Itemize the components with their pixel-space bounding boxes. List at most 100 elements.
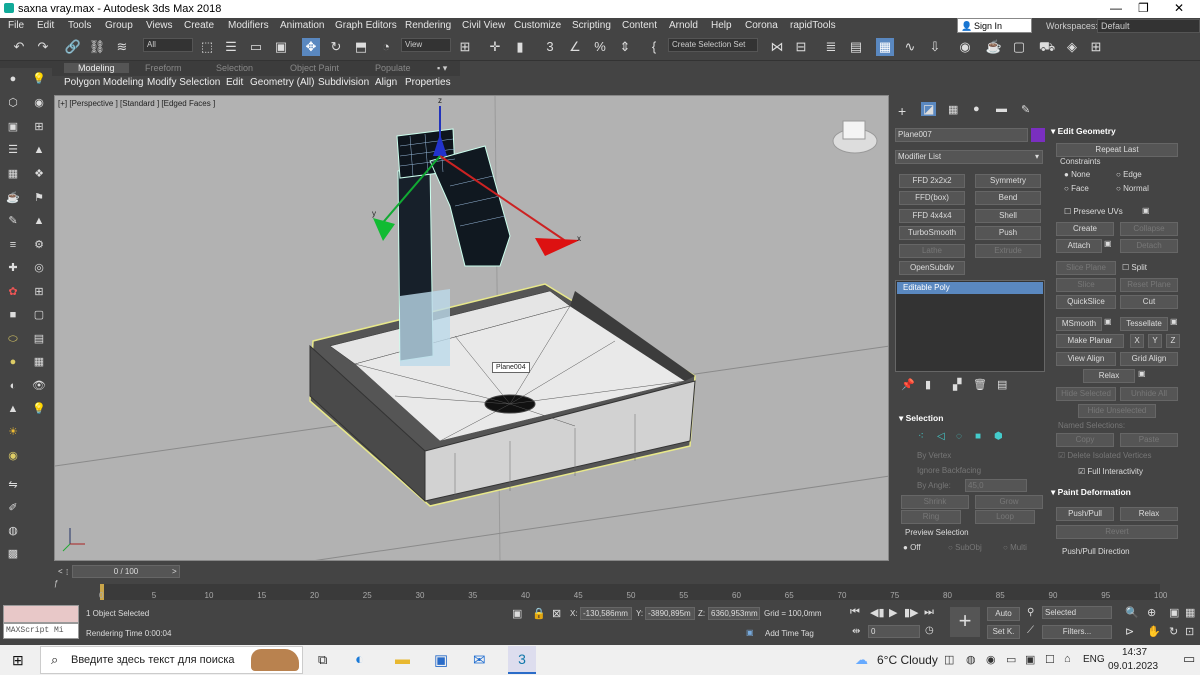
tessellate-settings-icon[interactable]: ▣ (1170, 317, 1178, 326)
remove-modifier-icon[interactable]: 🗑 (973, 378, 987, 391)
grow-button[interactable]: Grow (975, 495, 1043, 509)
repeat-last-button[interactable]: Repeat Last (1056, 143, 1178, 157)
angle-snap-icon[interactable]: ∠ (566, 38, 584, 56)
x-coordinate[interactable]: -130,586mm (580, 607, 632, 620)
stack-item-editable-poly[interactable]: Editable Poly (897, 282, 1043, 294)
flag-icon[interactable]: ⚑ (32, 191, 46, 205)
fov-icon[interactable]: ⊳ (1125, 625, 1134, 638)
push-button[interactable]: Push (975, 226, 1041, 240)
push-pull-button[interactable]: Push/Pull (1056, 507, 1114, 521)
cube-icon[interactable]: ■ (6, 308, 20, 322)
menu-civil-view[interactable]: Civil View (462, 20, 505, 31)
ffd-box-button[interactable]: FFD(box) (899, 191, 965, 205)
undo-icon[interactable]: ↶ (10, 38, 28, 56)
select-manipulate-icon[interactable]: ✛ (486, 38, 504, 56)
constraint-normal-radio[interactable]: ○ Normal (1116, 184, 1149, 193)
weather-icon[interactable]: ☁ (855, 652, 868, 668)
panel-align[interactable]: Align (375, 77, 397, 88)
tray-icon-1[interactable]: ◫ (944, 653, 954, 666)
selection-rollout-title[interactable]: ▾ Selection (899, 413, 943, 424)
constraint-edge-radio[interactable]: ○ Edge (1116, 170, 1142, 179)
time-config-icon[interactable]: ◷ (925, 625, 934, 636)
zoom-icon[interactable]: 🔍 (1125, 606, 1139, 619)
tab-populate[interactable]: Populate (375, 63, 411, 73)
reset-plane-button[interactable]: Reset Plane (1120, 278, 1178, 292)
tray-icon-4[interactable]: ▣ (1025, 653, 1035, 666)
list-icon[interactable]: ☰ (6, 143, 20, 157)
ffd4x4x4-button[interactable]: FFD 4x4x4 (899, 209, 965, 223)
display-panel-icon[interactable]: ▬ (996, 103, 1007, 115)
planar-z-button[interactable]: Z (1166, 334, 1180, 348)
rendered-frame-icon[interactable]: ▢ (1010, 38, 1028, 56)
revert-button[interactable]: Revert (1056, 525, 1178, 539)
store-icon[interactable]: ▣ (434, 651, 448, 669)
maximize-viewport-icon[interactable]: ⊡ (1185, 625, 1194, 638)
relax-settings-icon[interactable]: ▣ (1138, 369, 1146, 378)
box-select-icon[interactable]: ▢ (32, 308, 46, 322)
relax-button[interactable]: Relax (1083, 369, 1135, 383)
search-highlight-image[interactable] (251, 649, 299, 671)
menu-rapidtools[interactable]: rapidTools (790, 20, 836, 31)
3dsmax-taskbar-icon[interactable]: 3 (508, 646, 536, 674)
turbosmooth-button[interactable]: TurboSmooth (899, 226, 965, 240)
slice-plane-button[interactable]: Slice Plane (1056, 261, 1116, 275)
curve-editor-mini-icon[interactable]: ƒ (54, 579, 70, 597)
panel-polygon-modeling[interactable]: Polygon Modeling (64, 77, 144, 88)
hide-selected-button[interactable]: Hide Selected (1056, 387, 1116, 401)
edge-subobject-icon[interactable]: ◁ (937, 431, 945, 442)
modifier-list-dropdown[interactable]: Modifier List ▾ (895, 150, 1043, 164)
make-planar-button[interactable]: Make Planar (1056, 334, 1124, 348)
place-icon[interactable]: ◔ (377, 38, 395, 56)
scene-icon[interactable]: ▩ (6, 547, 20, 561)
motion-panel-icon[interactable]: ● (973, 103, 980, 115)
hierarchy-panel-icon[interactable]: ▦ (948, 103, 958, 116)
file-explorer-icon[interactable]: ▬ (395, 651, 410, 668)
menu-content[interactable]: Content (622, 20, 657, 31)
preview-off-radio[interactable]: ● Off (903, 543, 921, 552)
show-end-result-icon[interactable]: ▮ (925, 378, 931, 391)
tab-freeform[interactable]: Freeform (145, 63, 182, 73)
key-filter-icon[interactable]: ⚲ (1027, 607, 1034, 618)
hierarchy-icon[interactable]: ⊞ (32, 120, 46, 134)
msmooth-button[interactable]: MSmooth (1056, 317, 1102, 331)
named-selection-sets-dropdown[interactable]: Create Selection Set (668, 38, 758, 52)
create-sphere-icon[interactable]: ● (6, 72, 20, 86)
select-rotate-icon[interactable]: ↻ (327, 38, 345, 56)
by-angle-checkbox[interactable]: By Angle: (917, 481, 951, 490)
edit-geometry-title[interactable]: ▾ Edit Geometry (1051, 126, 1116, 137)
tessellate-button[interactable]: Tessellate (1120, 317, 1168, 331)
menu-edit[interactable]: Edit (37, 20, 54, 31)
filters-button[interactable]: Filters... (1042, 625, 1112, 639)
preview-subobj-radio[interactable]: ○ SubObj (948, 543, 982, 552)
extrude-button[interactable]: Extrude (975, 244, 1041, 258)
language-indicator[interactable]: ENG (1083, 654, 1105, 665)
select-scale-icon[interactable]: ⬒ (352, 38, 370, 56)
motion-icon[interactable]: ▲ (32, 143, 46, 157)
close-icon[interactable]: ✕ (1174, 1, 1184, 15)
panel-modify-selection[interactable]: Modify Selection (147, 77, 220, 88)
attach-button[interactable]: Attach (1056, 239, 1102, 253)
hide-unselected-button[interactable]: Hide Unselected (1078, 404, 1156, 418)
goto-end-icon[interactable]: ⏭ (924, 606, 934, 619)
set-key-button[interactable]: Set K. (987, 625, 1020, 639)
ribbon-toggle-icon[interactable]: ▤ (847, 38, 865, 56)
shapes-icon[interactable]: ✚ (6, 261, 20, 275)
percent-snap-icon[interactable]: % (591, 38, 609, 56)
menu-corona[interactable]: Corona (745, 20, 778, 31)
tray-icon-5[interactable]: ☐ (1045, 653, 1055, 666)
constraint-none-radio[interactable]: ● None (1064, 170, 1090, 179)
panel-edit[interactable]: Edit (226, 77, 243, 88)
zoom-extents-icon[interactable]: ▣ (1169, 606, 1179, 619)
clock-time[interactable]: 14:37 (1122, 647, 1147, 658)
unlink-icon[interactable]: ⛓ (88, 38, 106, 56)
configure-sets-icon[interactable]: ▤ (997, 378, 1007, 391)
gear-icon[interactable]: ⚙ (32, 238, 46, 252)
next-frame-icon[interactable]: ▮▶ (904, 606, 919, 619)
array-icon[interactable]: ▤ (32, 332, 46, 346)
object-name-field[interactable]: Plane007 (895, 128, 1028, 142)
add-time-tag[interactable]: Add Time Tag (765, 629, 814, 638)
viewcube[interactable] (832, 120, 878, 154)
grid-align-button[interactable]: Grid Align (1120, 352, 1178, 366)
selection-filter-dropdown[interactable]: All (143, 38, 193, 52)
keyboard-shortcut-icon[interactable]: ▮ (511, 38, 529, 56)
